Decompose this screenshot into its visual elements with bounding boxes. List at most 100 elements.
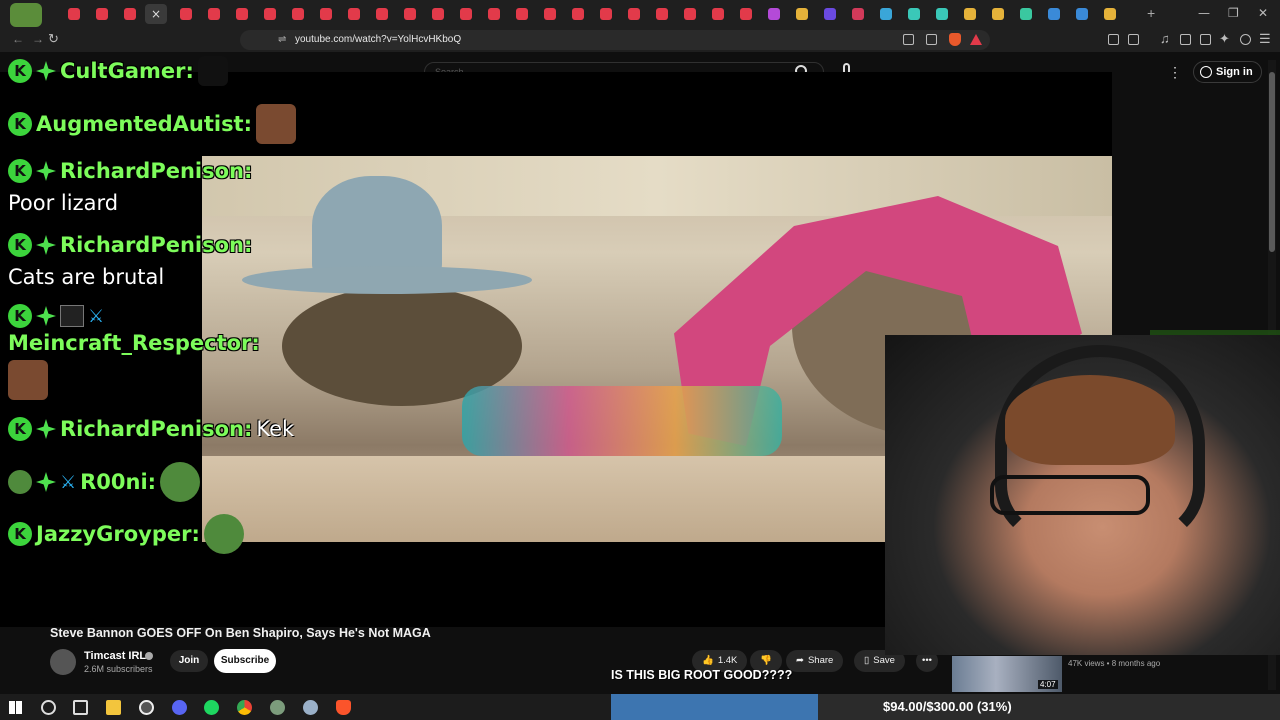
- streamer-webcam: [885, 335, 1280, 655]
- stream-caption: IS THIS BIG ROOT GOOD????: [611, 668, 793, 682]
- tab-favicon-icon[interactable]: [516, 8, 528, 20]
- tab-favicon-icon[interactable]: [852, 8, 864, 20]
- tab-favicon-icon[interactable]: [208, 8, 220, 20]
- rewards-icon[interactable]: [970, 34, 982, 45]
- chrome-icon[interactable]: [237, 700, 252, 715]
- browser-navigation-bar: ← → ↻ ⇌ youtube.com/watch?v=YolHcvHKboQ …: [0, 28, 1280, 52]
- subscriber-count: 2.6M subscribers: [84, 664, 153, 674]
- back-icon[interactable]: ←: [12, 32, 24, 46]
- tab-favicon-icon[interactable]: [572, 8, 584, 20]
- reload-icon[interactable]: ↻: [48, 31, 59, 47]
- tab-favicon-icon[interactable]: [376, 8, 388, 20]
- channel-avatar[interactable]: [50, 649, 76, 675]
- close-window-button[interactable]: ✕: [1258, 6, 1268, 20]
- file-explorer-icon[interactable]: [106, 700, 121, 715]
- tab-favicon-icon[interactable]: [180, 8, 192, 20]
- tab-favicon-icon[interactable]: [908, 8, 920, 20]
- chat-message: K RichardPenison:: [8, 233, 252, 257]
- tab-favicon-icon[interactable]: [320, 8, 332, 20]
- chat-text: Cats are brutal: [8, 265, 164, 289]
- tab-close-button[interactable]: ×: [145, 4, 167, 24]
- sign-in-button[interactable]: Sign in: [1193, 61, 1262, 83]
- brave-icon[interactable]: [336, 700, 351, 715]
- tab-favicon-icon[interactable]: [992, 8, 1004, 20]
- profile-avatar[interactable]: [10, 3, 42, 27]
- tab-favicon-icon[interactable]: [292, 8, 304, 20]
- tab-favicon-icon[interactable]: [404, 8, 416, 20]
- colorful-blanket: [462, 386, 782, 456]
- chat-username: R00ni:: [80, 470, 157, 494]
- sidebar-icon[interactable]: [1180, 34, 1191, 45]
- maximize-button[interactable]: ❐: [1228, 6, 1239, 20]
- tab-favicon-icon[interactable]: [124, 8, 136, 20]
- chat-username: RichardPenison:: [60, 159, 253, 183]
- minimize-button[interactable]: —: [1198, 6, 1210, 20]
- glasses-icon: [990, 475, 1150, 515]
- tab-favicon-icon[interactable]: [236, 8, 248, 20]
- subscribe-button[interactable]: Subscribe: [214, 649, 276, 673]
- taskbar-search-icon[interactable]: [41, 700, 56, 715]
- tab-favicon-icon[interactable]: [964, 8, 976, 20]
- forward-icon[interactable]: →: [32, 32, 44, 46]
- tab-favicon-icon[interactable]: [796, 8, 808, 20]
- stream-chat-overlay: K CultGamer: K AugmentedAutist: K Richar…: [0, 52, 296, 572]
- discord-icon[interactable]: [172, 700, 187, 715]
- site-info-icon[interactable]: ⇌: [278, 34, 286, 45]
- join-button[interactable]: Join: [170, 650, 208, 672]
- diamond-badge-icon: [36, 419, 56, 439]
- tab-favicon-icon[interactable]: [68, 8, 80, 20]
- tab-favicon-icon[interactable]: [600, 8, 612, 20]
- kick-badge-icon: K: [8, 522, 32, 546]
- tab-favicon-icon[interactable]: [1048, 8, 1060, 20]
- brave-shield-icon[interactable]: [949, 33, 961, 46]
- address-bar[interactable]: ⇌ youtube.com/watch?v=YolHcvHKboQ: [240, 30, 990, 50]
- music-icon[interactable]: ♫: [1160, 31, 1170, 46]
- tab-favicon-icon[interactable]: [740, 8, 752, 20]
- tab-favicon-icon[interactable]: [768, 8, 780, 20]
- sword-badge-icon: ⚔: [60, 471, 77, 493]
- recommended-video-duration: 4:07: [1038, 680, 1058, 689]
- tab-favicon-icon[interactable]: [432, 8, 444, 20]
- tab-favicon-icon[interactable]: [656, 8, 668, 20]
- chat-message: K RichardPenison: Kek: [8, 417, 294, 441]
- screenshot-icon[interactable]: [1128, 34, 1139, 45]
- tab-favicon-icon[interactable]: [936, 8, 948, 20]
- task-view-icon[interactable]: [73, 700, 88, 715]
- tab-favicon-icon[interactable]: [1104, 8, 1116, 20]
- app-icon[interactable]: [270, 700, 285, 715]
- tab-favicon-icon[interactable]: [264, 8, 276, 20]
- channel-name[interactable]: Timcast IRL: [84, 650, 146, 662]
- sign-in-label: Sign in: [1216, 66, 1253, 78]
- app-icon[interactable]: [303, 700, 318, 715]
- blank-badge-icon: [60, 305, 84, 327]
- extensions-icon[interactable]: [1108, 34, 1119, 45]
- tab-favicon-icon[interactable]: [544, 8, 556, 20]
- scrollbar-thumb[interactable]: [1269, 72, 1275, 252]
- windows-start-icon[interactable]: [9, 701, 22, 714]
- cast-icon[interactable]: [903, 34, 914, 45]
- tab-favicon-icon[interactable]: [712, 8, 724, 20]
- tab-favicon-icon[interactable]: [96, 8, 108, 20]
- tab-favicon-icon[interactable]: [824, 8, 836, 20]
- face-emote-icon: [256, 104, 296, 144]
- tab-favicon-icon[interactable]: [1020, 8, 1032, 20]
- share-button[interactable]: ➦ Share: [786, 650, 844, 672]
- diamond-badge-icon: [36, 235, 56, 255]
- tab-favicon-icon[interactable]: [1076, 8, 1088, 20]
- tab-favicon-icon[interactable]: [684, 8, 696, 20]
- tab-favicon-icon[interactable]: [488, 8, 500, 20]
- spotify-icon[interactable]: [204, 700, 219, 715]
- new-tab-button[interactable]: +: [1147, 5, 1155, 21]
- verified-icon: [145, 652, 153, 660]
- tab-favicon-icon[interactable]: [460, 8, 472, 20]
- menu-icon[interactable]: ☰: [1259, 31, 1271, 47]
- share-page-icon[interactable]: [926, 34, 937, 45]
- wallet-icon[interactable]: [1200, 34, 1211, 45]
- tab-favicon-icon[interactable]: [628, 8, 640, 20]
- vpn-icon[interactable]: [1240, 34, 1251, 45]
- tab-favicon-icon[interactable]: [348, 8, 360, 20]
- tab-favicon-icon[interactable]: [880, 8, 892, 20]
- more-options-icon[interactable]: ⋮: [1168, 64, 1182, 81]
- leo-ai-icon[interactable]: ✦: [1219, 31, 1230, 47]
- obs-icon[interactable]: [139, 700, 154, 715]
